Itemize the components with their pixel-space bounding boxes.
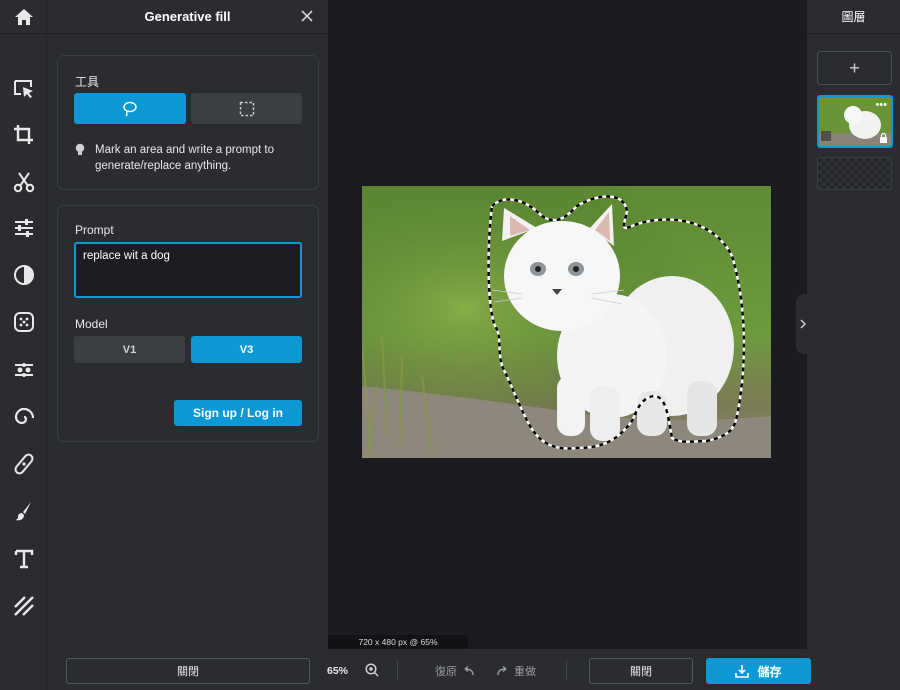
tools-label: 工具 [75, 75, 100, 89]
close-button[interactable]: 關閉 [589, 658, 693, 684]
save-button[interactable]: 儲存 [706, 658, 811, 684]
divider [566, 661, 567, 681]
lasso-tool-button[interactable] [74, 93, 186, 124]
filter-dots-icon[interactable] [0, 302, 47, 342]
tools-card: 工具 Mark an area and write a prompt to ge… [57, 55, 319, 190]
liquify-icon[interactable] [0, 350, 47, 390]
scissors-icon[interactable] [0, 162, 47, 202]
select-arrow-icon[interactable] [0, 69, 47, 109]
text-tool-icon[interactable] [0, 539, 47, 579]
home-icon[interactable] [0, 0, 47, 34]
spiral-icon[interactable] [0, 397, 47, 437]
size-readout: 720 x 480 px @ 65% [328, 635, 468, 649]
marquee-icon [239, 101, 254, 116]
model-v1-button[interactable]: V1 [74, 336, 185, 363]
pattern-stripes-icon[interactable] [0, 586, 47, 626]
empty-layer[interactable] [817, 157, 892, 190]
signup-login-button[interactable]: Sign up / Log in [174, 400, 302, 426]
save-label: 儲存 [757, 664, 782, 679]
crop-icon[interactable] [0, 115, 47, 155]
panel-title: Generative fill [47, 0, 328, 34]
redo-icon [497, 666, 507, 676]
prompt-card: Prompt replace wit a dog Model V1 V3 Sig… [57, 205, 319, 442]
layers-title: 圖層 [807, 0, 900, 34]
lasso-icon [123, 101, 137, 117]
canvas-image[interactable] [362, 186, 771, 458]
redo-label: 重做 [514, 666, 536, 678]
generative-fill-panel: Generative fill 工具 Mark an area and writ… [47, 0, 328, 690]
lightbulb-icon [75, 143, 85, 155]
layers-panel: 圖層 + ••• [807, 0, 900, 690]
model-v3-button[interactable]: V3 [191, 336, 302, 363]
prompt-input[interactable]: replace wit a dog [74, 242, 302, 298]
panel-close-button[interactable]: 關閉 [66, 658, 310, 684]
zoom-value[interactable]: 65% [327, 665, 348, 677]
download-icon [735, 665, 750, 678]
hint-text: Mark an area and write a prompt to gener… [95, 144, 274, 172]
bandage-icon[interactable] [0, 444, 47, 484]
zoom-in-icon[interactable] [365, 663, 379, 677]
tool-rail [0, 0, 47, 690]
undo-button[interactable]: 復原 [435, 663, 475, 679]
model-label: Model [75, 317, 108, 331]
undo-icon [464, 666, 474, 676]
more-options-icon[interactable]: ••• [875, 99, 887, 111]
hint-row: Mark an area and write a prompt to gener… [75, 142, 315, 174]
prompt-label: Prompt [75, 223, 114, 237]
redo-button[interactable]: 重做 [496, 663, 536, 679]
divider [397, 661, 398, 681]
brush-icon[interactable] [0, 491, 47, 531]
layer-thumbnail[interactable]: ••• [817, 95, 893, 148]
adjust-sliders-icon[interactable] [0, 208, 47, 248]
add-layer-button[interactable]: + [817, 51, 892, 85]
close-icon[interactable] [298, 7, 316, 25]
undo-label: 復原 [435, 666, 457, 678]
image-layer-icon [821, 131, 831, 141]
bottom-bar: 關閉 65% 復原 重做 關閉 儲存 [47, 649, 900, 690]
lock-icon[interactable] [879, 133, 888, 143]
canvas-area[interactable]: 720 x 480 px @ 65% [328, 0, 807, 649]
contrast-icon[interactable] [0, 255, 47, 295]
rect-select-tool-button[interactable] [191, 93, 302, 124]
